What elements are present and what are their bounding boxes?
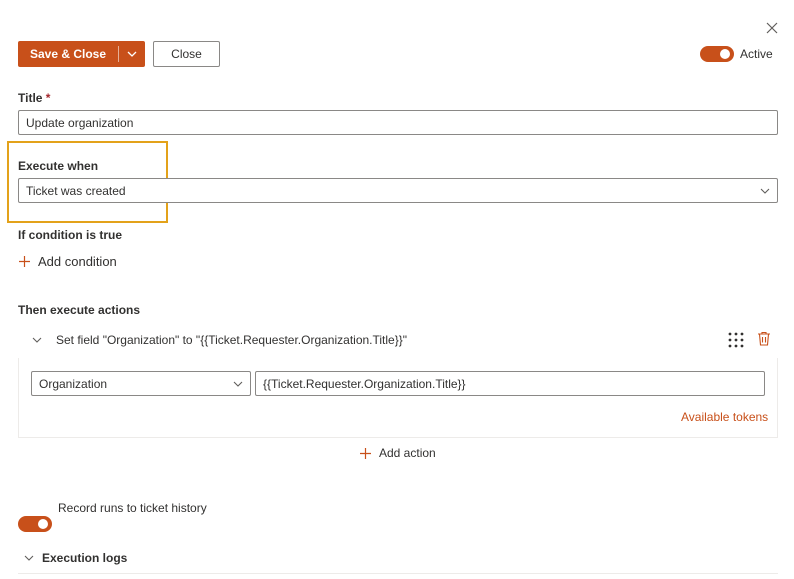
close-button[interactable]: Close [153, 41, 220, 67]
execute-when-value: Ticket was created [26, 183, 126, 198]
action-item-header: Set field "Organization" to "{{Ticket.Re… [18, 327, 778, 353]
add-condition-button[interactable]: Add condition [19, 254, 117, 269]
title-input[interactable]: Update organization [18, 110, 778, 135]
action-value-input[interactable]: {{Ticket.Requester.Organization.Title}} [255, 371, 765, 396]
close-button-label: Close [171, 47, 202, 61]
actions-label: Then execute actions [18, 303, 141, 317]
drag-handle-icon [728, 332, 744, 348]
action-field-dropdown[interactable]: Organization [31, 371, 251, 396]
active-toggle[interactable] [700, 46, 734, 62]
chevron-down-icon [760, 188, 770, 194]
close-panel-button[interactable] [762, 18, 782, 38]
plus-icon [19, 256, 30, 267]
active-label: Active [740, 47, 773, 61]
close-icon [766, 22, 778, 34]
save-close-split-button: Save & Close [18, 41, 145, 67]
toggle-knob [720, 49, 730, 59]
add-action-button[interactable]: Add action [360, 446, 436, 460]
action-field-value: Organization [39, 376, 108, 391]
chevron-down-icon [32, 337, 42, 343]
available-tokens-link[interactable]: Available tokens [681, 410, 768, 424]
execute-when-dropdown[interactable]: Ticket was created [18, 178, 778, 203]
drag-handle[interactable] [727, 331, 745, 349]
save-close-label: Save & Close [29, 47, 107, 61]
save-close-button[interactable]: Save & Close [18, 41, 118, 67]
delete-action-button[interactable] [757, 331, 773, 348]
save-options-dropdown-button[interactable] [119, 41, 145, 67]
chevron-down-icon [127, 51, 137, 57]
chevron-down-icon [233, 381, 243, 387]
title-input-value: Update organization [26, 115, 134, 130]
trash-icon [758, 331, 770, 346]
collapse-action-button[interactable] [32, 337, 52, 343]
execution-logs-label: Execution logs [42, 551, 128, 565]
section-divider [18, 573, 778, 574]
execution-logs-expander[interactable]: Execution logs [24, 551, 127, 565]
title-label-text: Title [18, 91, 43, 105]
record-history-label: Record runs to ticket history [58, 501, 207, 515]
conditions-label: If condition is true [18, 228, 122, 242]
plus-icon [360, 447, 371, 459]
add-condition-label: Add condition [38, 254, 117, 269]
toggle-knob [38, 519, 48, 529]
action-summary: Set field "Organization" to "{{Ticket.Re… [56, 333, 408, 347]
action-value-text: {{Ticket.Requester.Organization.Title}} [263, 376, 466, 391]
title-label: Title * [18, 91, 50, 105]
required-indicator: * [45, 91, 51, 105]
execute-when-label: Execute when [18, 159, 99, 173]
action-item-body [18, 358, 778, 438]
record-history-toggle[interactable] [18, 516, 52, 532]
chevron-down-icon [24, 555, 34, 561]
add-action-label: Add action [379, 446, 436, 460]
